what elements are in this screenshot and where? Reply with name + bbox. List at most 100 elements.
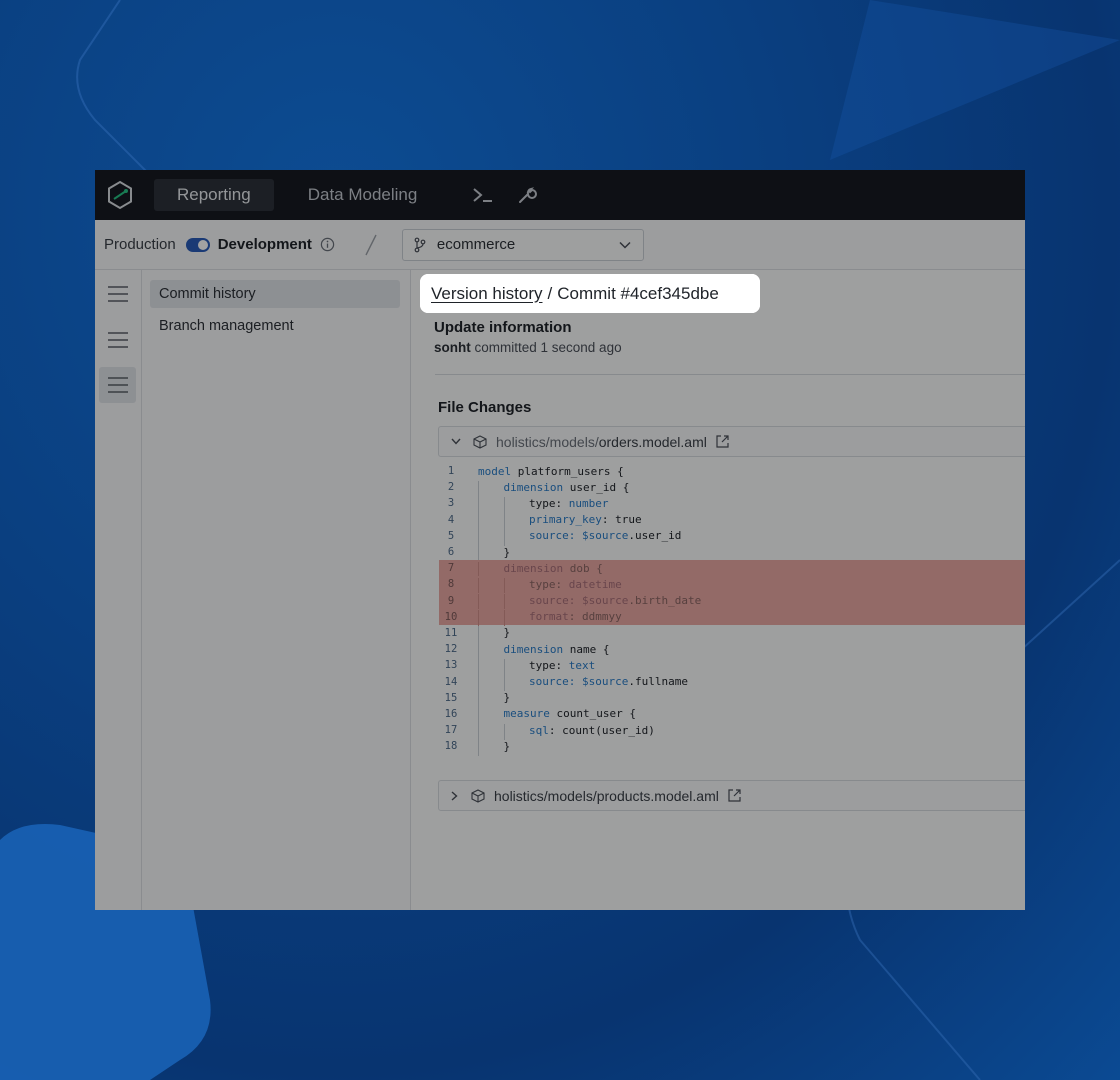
production-label[interactable]: Production [104,236,176,253]
code-keyword: source: $source [529,594,629,608]
code-text: dimension user_id { [478,480,630,497]
line-number: 15 [444,691,458,704]
code-keyword: source: $source [529,675,629,689]
file-path: holistics/models/products.model.aml [494,787,719,804]
commit-time: committed 1 second ago [470,340,622,355]
code-keyword: text [568,658,596,672]
wrench-icon[interactable] [515,183,539,207]
code-text: source: $source.birth_date [478,594,702,611]
code-text: model platform_users { [478,465,624,478]
slash-separator [365,234,377,255]
code-text: source: $source.fullname [478,675,688,692]
code-diff: 1 model platform_users {2 dimension user_i… [439,463,1025,756]
removed-code-line: 7 dimension dob { [439,560,1025,578]
code-text: measure count_user { [478,707,636,724]
code-line: 17 sql: count(user_id) [439,722,1025,740]
nav-data-modeling[interactable]: Data Modeling [285,179,441,211]
file-header-orders[interactable]: holistics/models/orders.model.aml [438,426,1025,457]
code-keyword: dimension [503,642,564,656]
line-number: 9 [447,594,455,607]
code-keyword: model [478,464,512,478]
version-subnav: Commit history Branch management [142,270,411,910]
code-token: count_user { [549,707,636,721]
rail-menu-button-3[interactable] [99,367,136,403]
line-number: 4 [447,513,455,526]
logo-icon[interactable] [107,180,133,210]
chevron-down-icon [619,241,631,249]
chevron-right-icon [451,790,458,801]
rail-menu-button-2[interactable] [99,322,136,358]
code-token: : true [601,513,642,527]
code-text: } [478,691,510,708]
branch-selector[interactable]: ecommerce [401,228,644,261]
code-text: type: text [478,658,596,676]
update-information-title: Update information [434,319,572,336]
code-token: : ddmmyy [568,610,622,624]
code-line: 18} [439,738,1025,756]
commit-detail-panel: Update information sonht committed 1 sec… [411,270,1025,910]
code-token: } [503,545,511,559]
code-keyword: datetime [568,577,622,591]
code-token: user_id { [563,480,630,494]
line-number: 7 [447,562,455,575]
code-keyword: dimension [503,561,564,575]
menu-icon [107,286,128,302]
removed-code-line: 8 type: datetime [439,576,1025,595]
code-line: 12 dimension name { [439,641,1025,659]
menu-icon [107,332,128,348]
line-number: 16 [444,707,458,720]
environment-toggle[interactable] [185,237,210,252]
removed-code-line: 10 format: ddmmyy [439,608,1025,627]
info-icon[interactable] [320,237,335,252]
cube-icon [473,434,487,449]
code-token: .user_id [628,529,682,543]
chevron-down-icon [451,438,461,445]
line-number: 10 [444,610,458,623]
code-token: dob { [563,561,603,575]
code-text: } [478,545,511,562]
nav-reporting[interactable]: Reporting [154,179,274,211]
code-text: type: number [478,496,609,514]
development-label[interactable]: Development [218,236,312,253]
code-token: } [503,626,511,640]
code-token: type: [529,577,569,591]
cube-icon [471,788,485,803]
indent-guide [478,739,479,756]
code-token: type: [529,658,569,672]
subnav-item-branch-management[interactable]: Branch management [150,312,400,340]
code-text: dimension dob { [478,561,603,578]
code-line: 11} [439,625,1025,643]
rail-menu-button-1[interactable] [99,276,136,312]
code-line: 1 model platform_users { [439,463,1025,479]
menu-icon [107,377,128,393]
code-keyword: measure [503,707,550,721]
code-token: .fullname [628,675,688,689]
file-header-products[interactable]: holistics/models/products.model.aml [438,780,1025,811]
code-line: 15} [439,690,1025,708]
code-keyword: source: $source [529,529,629,543]
code-token: : count(user_id) [548,723,655,737]
code-token: type: [529,496,569,510]
breadcrumb-current: Commit #4cef345dbe [557,283,719,303]
line-number: 5 [447,529,455,542]
code-keyword: number [568,496,609,510]
side-rail [95,270,142,910]
code-token: platform_users { [511,464,624,478]
code-keyword: primary_key [529,513,602,527]
line-number: 6 [447,546,455,559]
line-number: 18 [444,740,458,753]
code-line: 5 source: $source.user_id [439,528,1025,546]
branch-name: ecommerce [436,236,516,253]
external-link-icon[interactable] [715,434,730,449]
file-changes-title: File Changes [438,399,532,416]
subnav-item-commit-history[interactable]: Commit history [150,280,400,308]
commit-author[interactable]: sonht [434,340,471,355]
code-token: } [503,739,511,753]
external-link-icon[interactable] [727,788,742,803]
divider [435,374,1025,375]
breadcrumb-version-history-link[interactable]: Version history [431,284,543,304]
code-token: .birth_date [628,594,702,608]
terminal-icon[interactable] [471,183,495,207]
code-keyword: format [529,610,569,624]
code-text: dimension name { [478,642,609,659]
